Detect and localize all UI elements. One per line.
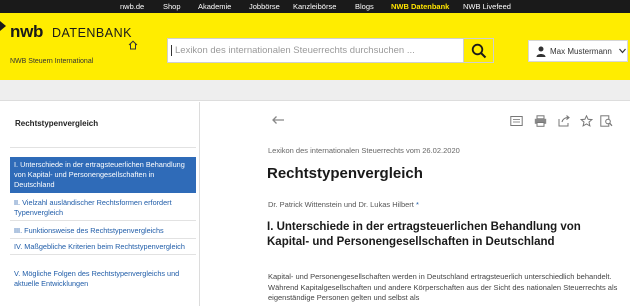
sidebar-title: Rechtstypenvergleich [15, 119, 99, 128]
product-subtitle: NWB Steuern International [10, 58, 94, 65]
top-nav-link-akademie[interactable]: Akademie [198, 1, 231, 12]
pdf-icon[interactable] [510, 115, 523, 127]
body-paragraph: Kapital- und Personengesellschaften werd… [268, 272, 618, 302]
toc-item-ii[interactable]: II. Vielzahl ausländischer Rechtsformen … [10, 198, 196, 221]
document-content: Lexikon des internationalen Steuerrechts… [201, 102, 630, 306]
search-button[interactable] [464, 38, 494, 63]
top-navigation-bar: nwb.de Shop Akademie Jobbörse Kanzleibör… [0, 0, 630, 13]
document-authors: Dr. Patrick Wittenstein und Dr. Lukas Hi… [268, 200, 419, 209]
author-footnote-link[interactable]: * [416, 200, 419, 209]
toc-item-iii[interactable]: III. Funktionsweise des Rechtstypenvergl… [10, 226, 196, 239]
top-nav-link-jobboerse[interactable]: Jobbörse [249, 1, 280, 12]
search-in-document-icon[interactable] [600, 115, 613, 127]
document-title: Rechtstypenvergleich [267, 165, 423, 182]
share-icon[interactable] [558, 115, 571, 127]
user-name: Max Mustermann [550, 47, 612, 56]
text-cursor [171, 45, 172, 56]
sub-header-bar [0, 80, 630, 101]
logo-wedge-icon [0, 21, 6, 31]
sidebar-divider [10, 147, 196, 148]
toc-item-v[interactable]: V. Mögliche Folgen des Rechtstypenvergle… [10, 269, 196, 289]
top-nav-link-nwb-de[interactable]: nwb.de [120, 1, 144, 12]
search-icon [471, 43, 487, 59]
logo-nwb[interactable]: nwb [10, 22, 43, 42]
toc-item-iv[interactable]: IV. Maßgebliche Kriterien beim Rechtstyp… [10, 242, 196, 255]
document-meta: Lexikon des internationalen Steuerrechts… [268, 146, 460, 155]
top-nav-link-nwb-livefeed[interactable]: NWB Livefeed [463, 1, 511, 12]
back-arrow-icon[interactable] [271, 115, 285, 125]
top-nav-link-nwb-datenbank[interactable]: NWB Datenbank [391, 1, 449, 12]
user-menu[interactable]: Max Mustermann [528, 40, 628, 62]
top-nav-link-shop[interactable]: Shop [163, 1, 181, 12]
favorite-star-icon[interactable] [580, 115, 593, 127]
print-icon[interactable] [534, 115, 547, 127]
search-input[interactable] [167, 38, 464, 63]
logo-datenbank[interactable]: DATENBANK [52, 25, 132, 41]
authors-text: Dr. Patrick Wittenstein und Dr. Lukas Hi… [268, 200, 414, 209]
top-nav-link-kanzleiboerse[interactable]: Kanzleibörse [293, 1, 336, 12]
user-icon [536, 46, 546, 57]
home-icon[interactable] [128, 40, 138, 50]
toc-item-i[interactable]: I. Unterschiede in der ertragsteuerliche… [10, 157, 196, 193]
sidebar-toc: Rechtstypenvergleich I. Unterschiede in … [0, 102, 200, 306]
section-heading: I. Unterschiede in der ertragsteuerliche… [267, 221, 581, 248]
top-nav-link-blogs[interactable]: Blogs [355, 1, 374, 12]
chevron-down-icon [619, 48, 626, 54]
